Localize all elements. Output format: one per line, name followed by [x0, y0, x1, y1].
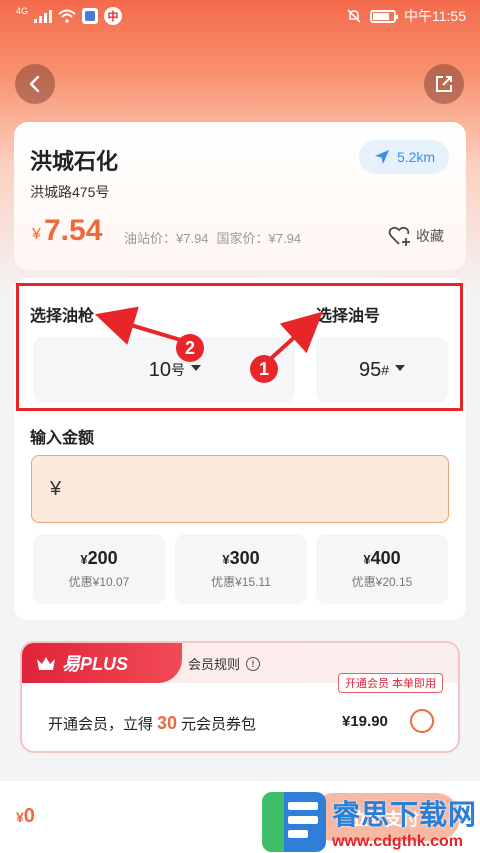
amount-value: 400 — [370, 548, 401, 568]
annotation-marker-2: 2 — [176, 334, 204, 362]
info-icon: ! — [246, 656, 261, 671]
offer-text-after: 元会员券包 — [181, 716, 257, 733]
membership-offer: 开通会员，立得 30 元会员券包 — [48, 713, 256, 734]
watermark-logo — [262, 791, 326, 852]
crown-icon — [37, 657, 55, 670]
radio-icon[interactable] — [410, 709, 434, 733]
currency-symbol: ¥ — [363, 552, 371, 567]
amount-value: 200 — [87, 548, 118, 568]
currency-symbol: ¥ — [80, 552, 88, 567]
amount-value: 300 — [229, 548, 260, 568]
total-value: 0 — [23, 805, 35, 827]
watermark-url: www.cdgthk.com — [332, 832, 463, 850]
watermark-title: 睿思下载网 — [332, 798, 478, 830]
amount-discount: 优惠¥10.07 — [68, 575, 130, 589]
amount-label: 输入金额 — [30, 430, 95, 447]
offer-highlight: 30 — [157, 713, 178, 733]
watermark: 睿思下载网 www.cdgthk.com — [262, 790, 480, 853]
membership-card[interactable]: 易PLUS 会员规则 ! 开通会员 本单即用 开通会员，立得 30 元会员券包 ¥1… — [20, 641, 460, 753]
amount-input[interactable]: ¥ — [31, 455, 449, 523]
plus-brand: 易PLUS — [62, 654, 129, 674]
offer-text-before: 开通会员，立得 — [48, 716, 154, 733]
rules-label: 会员规则 — [188, 657, 241, 672]
promo-tag: 开通会员 本单即用 — [338, 673, 444, 693]
amount-discount: 优惠¥15.11 — [211, 575, 271, 589]
membership-rules-link[interactable]: 会员规则 ! — [188, 654, 261, 673]
amount-discount: 优惠¥20.15 — [351, 575, 413, 589]
currency-symbol: ¥ — [222, 552, 230, 567]
total-symbol: ¥ — [16, 809, 24, 825]
amount-option-200[interactable]: ¥200 优惠¥10.07 — [33, 534, 165, 604]
plus-badge: 易PLUS — [22, 643, 182, 683]
membership-price: ¥19.90 — [342, 713, 388, 730]
annotation-marker-1: 1 — [250, 355, 278, 383]
amount-option-300[interactable]: ¥300 优惠¥15.11 — [175, 534, 307, 604]
total-amount: ¥0 — [16, 805, 35, 828]
arrow-to-gun — [94, 306, 185, 345]
amount-option-400[interactable]: ¥400 优惠¥20.15 — [316, 534, 448, 604]
amount-prefix: ¥ — [50, 477, 62, 500]
arrow-to-oil — [265, 311, 323, 364]
